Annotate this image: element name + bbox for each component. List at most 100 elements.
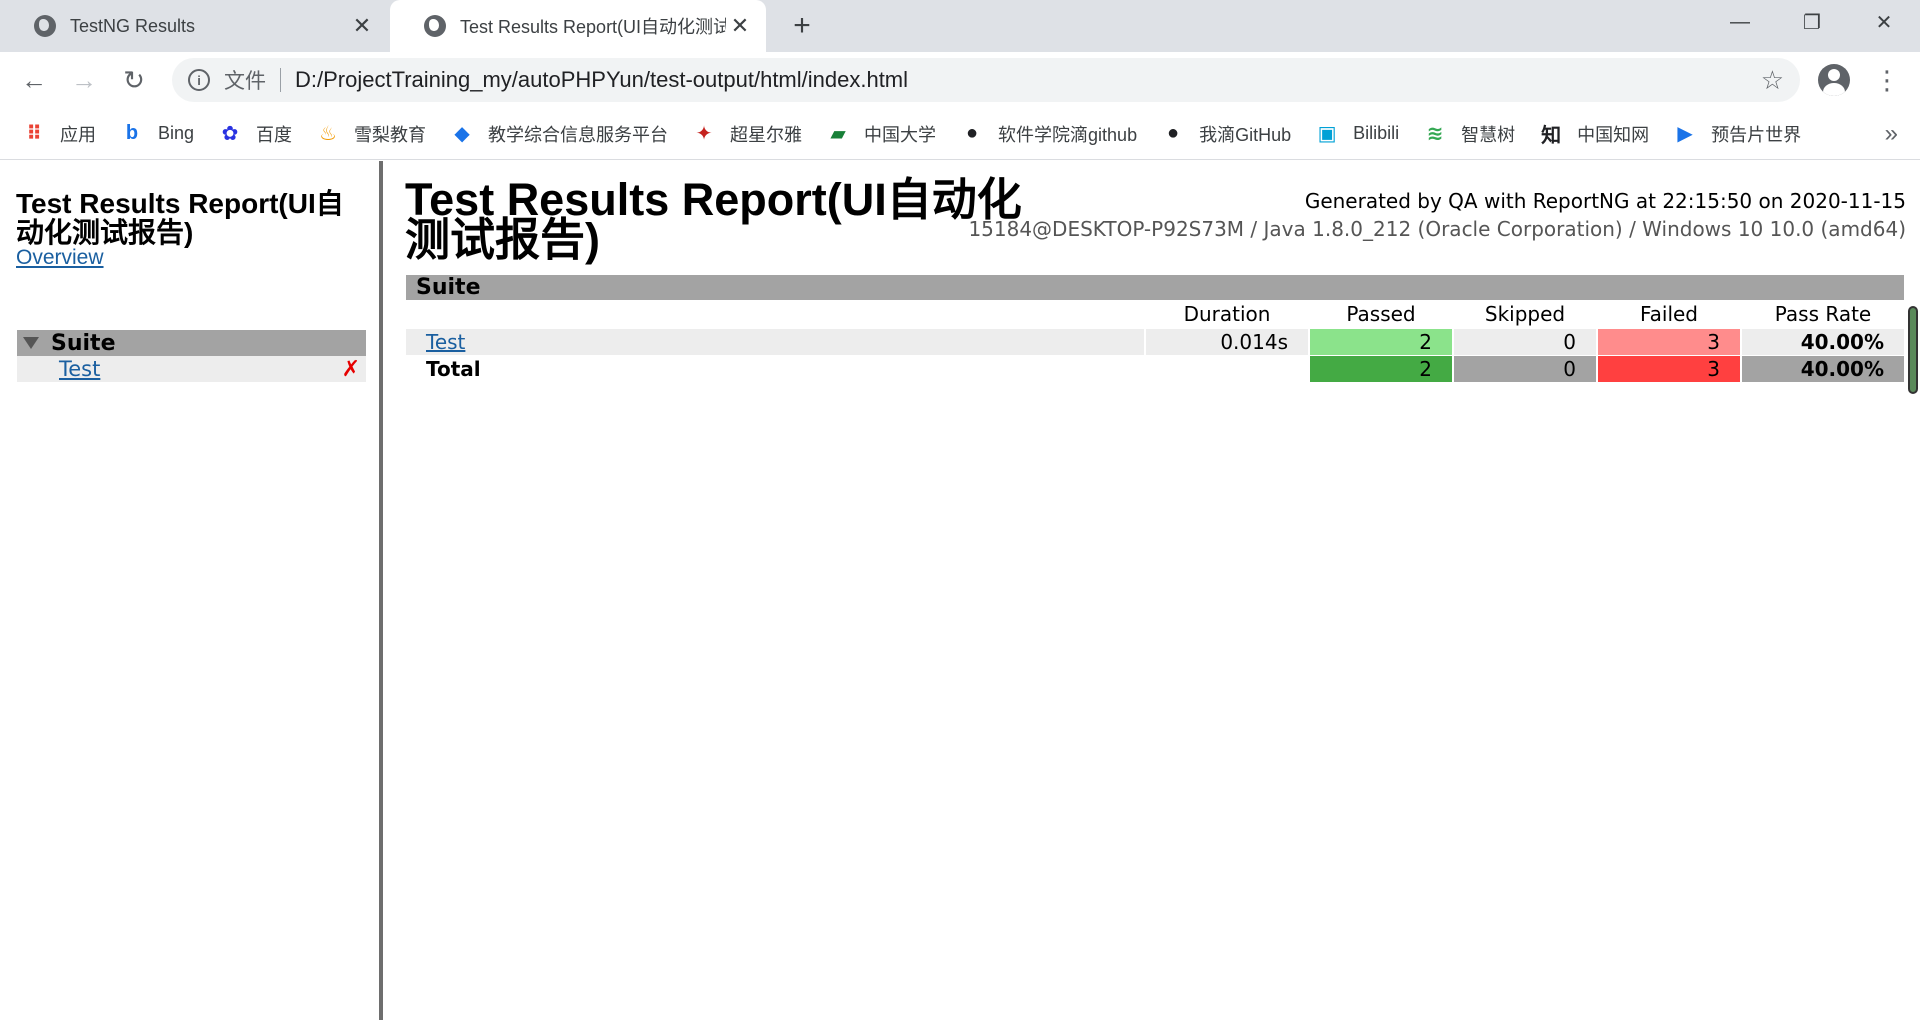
github-icon: ● (1167, 122, 1180, 144)
tab-strip: TestNG Results ✕ Test Results Report(UI自… (0, 0, 1920, 52)
table-header-row: Duration Passed Skipped Failed Pass Rate (406, 301, 1904, 327)
bookmark-item[interactable]: ▰ 中国大学 (826, 121, 936, 147)
profile-avatar-icon[interactable] (1818, 64, 1850, 96)
pass-rate-cell: 40.00% (1742, 329, 1904, 355)
bookmark-label: 百度 (256, 124, 293, 145)
overview-link[interactable]: Overview (16, 246, 104, 270)
bookmark-label: 软件学院滴github (998, 124, 1138, 145)
close-window-button[interactable]: ✕ (1848, 0, 1920, 44)
bookmark-item[interactable]: 知中国知网 (1539, 121, 1650, 148)
tab-testng-results[interactable]: TestNG Results ✕ (0, 0, 388, 52)
bookmark-item[interactable]: ✿ 百度 (218, 121, 292, 147)
chaoxing-icon: ✦ (695, 123, 713, 145)
bookmark-label: 中国知网 (1577, 124, 1650, 145)
bookmark-label: 应用 (60, 124, 96, 145)
total-passed-cell: 2 (1310, 356, 1452, 382)
page-content: Test Results Report(UI自动化测试报告) Overview … (0, 161, 1920, 1020)
total-failed-cell: 3 (1598, 356, 1740, 382)
test-name-cell: Test (406, 329, 1144, 355)
play-icon: ▶ (1677, 123, 1693, 145)
test-link[interactable]: Test (59, 357, 342, 381)
column-header-failed: Failed (1639, 302, 1699, 326)
reload-icon[interactable]: ↻ (114, 60, 154, 100)
tab-title: Test Results Report(UI自动化测试 (460, 17, 726, 37)
column-header-duration: Duration (1183, 302, 1271, 326)
bookmark-label: Bing (158, 123, 195, 143)
scheme-label: 文件 (224, 70, 266, 93)
suite-label: Suite (51, 330, 116, 356)
address-bar[interactable]: i 文件 D:/ProjectTraining_my/autoPHPYun/te… (172, 58, 1800, 102)
close-tab-icon[interactable]: ✕ (726, 12, 754, 40)
total-skipped-cell: 0 (1454, 356, 1596, 382)
total-pass-rate-cell: 40.00% (1742, 356, 1904, 382)
github-icon: ● (965, 122, 979, 144)
table-row: Test 0.014s 2 0 3 40.00% (406, 329, 1904, 355)
info-icon[interactable]: i (188, 69, 210, 91)
bookmarks-bar: ⠿ 应用 b Bing ✿ 百度 ♨ 雪梨教育 ◆ 教学综合信息服务平台 ✦ 超星尔雅 ▰ 中国大学 ● 软件… (0, 108, 1920, 160)
generated-info: Generated by QA with ReportNG at 22:15:5… (1304, 189, 1906, 213)
bookmark-item[interactable]: ⠿ 应用 (22, 121, 96, 147)
zhi-icon: 知 (1541, 125, 1562, 147)
apps-grid-icon: ⠿ (26, 123, 42, 145)
duration-cell: 0.014s (1146, 329, 1308, 355)
forward-arrow-icon[interactable]: → (64, 60, 104, 100)
bookmark-item[interactable]: b Bing (120, 122, 194, 146)
scrollbar-thumb[interactable] (1908, 306, 1918, 394)
suite-tree-item[interactable]: Suite (17, 330, 366, 356)
book-icon: ▰ (830, 123, 846, 145)
flame-icon: ♨ (319, 123, 337, 145)
bookmark-label: 雪梨教育 (354, 124, 427, 145)
sidebar-title: Test Results Report(UI自动化测试报告) (16, 188, 344, 248)
tab-title: TestNG Results (70, 15, 196, 36)
url-text[interactable]: D:/ProjectTraining_my/autoPHPYun/test-ou… (295, 67, 1761, 93)
test-tree-item: Test ✗ (17, 356, 366, 382)
bookmark-item[interactable]: ≋ 智慧树 (1423, 121, 1515, 147)
fail-cross-icon: ✗ (341, 356, 360, 381)
bookmark-item[interactable]: ▶ 预告片世界 (1673, 121, 1801, 147)
column-header-passed: Passed (1346, 302, 1416, 326)
tab-test-results-report[interactable]: Test Results Report(UI自动化测试 ✕ (390, 0, 766, 52)
main-frame: Test Results Report(UI自动化测试报告) Generated… (387, 161, 1920, 1020)
browser-toolbar: ← → ↻ i 文件 D:/ProjectTraining_my/autoPHP… (0, 52, 1920, 108)
bilibili-tv-icon: ▣ (1317, 123, 1337, 145)
environment-info: 15184@DESKTOP-P92S73M / Java 1.8.0_212 (… (968, 217, 1906, 241)
bookmark-label: 预告片世界 (1711, 124, 1802, 145)
bookmark-label: Bilibili (1353, 123, 1400, 143)
menu-kebab-icon[interactable]: ⋮ (1872, 64, 1902, 96)
new-tab-button[interactable]: + (786, 9, 818, 42)
bookmark-item[interactable]: ◆ 教学综合信息服务平台 (450, 121, 668, 147)
test-name-link[interactable]: Test (426, 330, 465, 354)
column-header-skipped: Skipped (1484, 302, 1566, 326)
suite-header: Suite (406, 275, 1904, 300)
close-tab-icon[interactable]: ✕ (348, 12, 376, 40)
bookmark-item[interactable]: ● 软件学院滴github (960, 121, 1137, 147)
back-arrow-icon[interactable]: ← (14, 60, 54, 100)
bookmark-label: 教学综合信息服务平台 (488, 124, 669, 145)
report-title: Test Results Report(UI自动化测试报告) (405, 174, 1022, 265)
baidu-paw-icon: ✿ (221, 123, 239, 145)
bookmark-item[interactable]: ▣ Bilibili (1315, 122, 1399, 146)
failed-cell: 3 (1598, 329, 1740, 355)
diamond-icon: ◆ (454, 123, 470, 145)
column-header-pass-rate: Pass Rate (1774, 302, 1872, 326)
soundwave-icon: ≋ (1426, 123, 1444, 145)
passed-cell: 2 (1310, 329, 1452, 355)
bookmark-item[interactable]: ● 我滴GitHub (1161, 121, 1291, 147)
bookmark-label: 智慧树 (1461, 124, 1516, 145)
bookmark-label: 中国大学 (864, 124, 937, 145)
minimize-button[interactable]: — (1704, 0, 1776, 44)
bing-icon: b (125, 122, 139, 144)
bookmark-item[interactable]: ✦ 超星尔雅 (692, 121, 802, 147)
restore-button[interactable]: ❐ (1776, 0, 1848, 44)
triangle-down-icon[interactable] (23, 337, 39, 349)
bookmark-label: 超星尔雅 (730, 124, 803, 145)
navigation-frame: Test Results Report(UI自动化测试报告) Overview … (0, 161, 383, 1020)
bookmark-label: 我滴GitHub (1199, 124, 1292, 145)
bookmark-star-icon[interactable]: ☆ (1761, 65, 1784, 96)
skipped-cell: 0 (1454, 329, 1596, 355)
total-row: Total 2 0 3 40.00% (406, 356, 1904, 382)
globe-icon (34, 15, 56, 37)
total-label: Total (426, 357, 481, 381)
bookmark-item[interactable]: ♨ 雪梨教育 (316, 121, 426, 147)
chevron-more-icon[interactable]: » (1885, 120, 1898, 148)
